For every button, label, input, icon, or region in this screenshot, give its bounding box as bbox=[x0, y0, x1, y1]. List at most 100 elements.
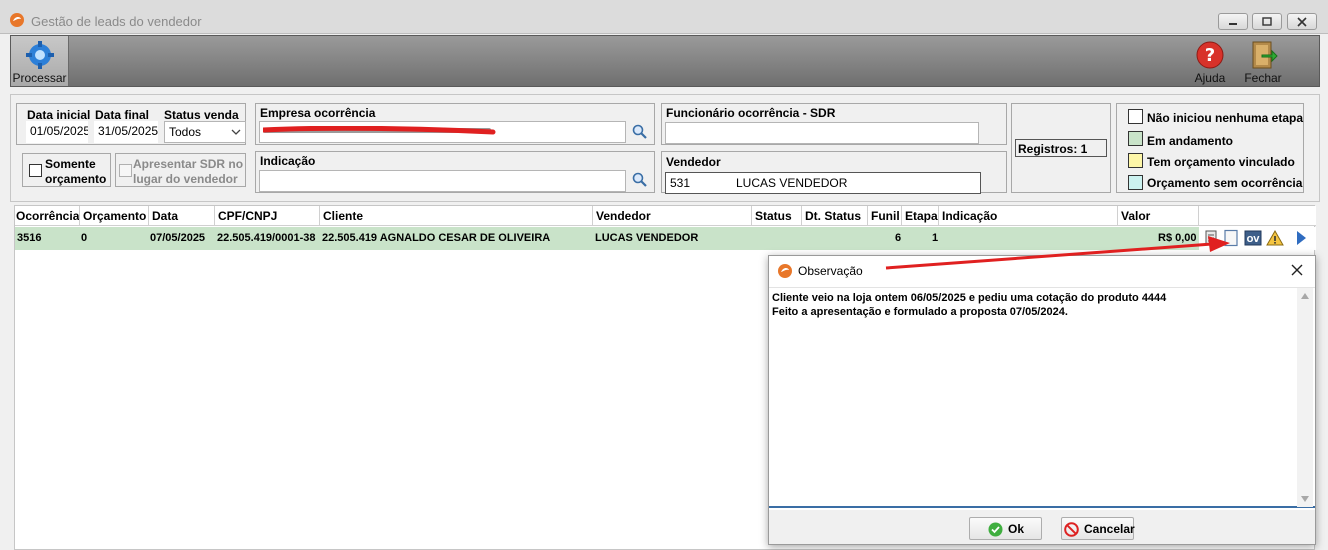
restore-icon bbox=[1262, 17, 1272, 26]
empresa-input[interactable] bbox=[259, 121, 626, 143]
scroll-down-icon[interactable] bbox=[1301, 496, 1309, 502]
apresentar-sdr-checkbox[interactable] bbox=[119, 164, 132, 177]
indicacao-label: Indicação bbox=[260, 154, 316, 168]
cell-vendedor: LUCAS VENDEDOR bbox=[595, 232, 699, 244]
observacao-text: Cliente veio na loja ontem 06/05/2025 e … bbox=[772, 291, 1292, 319]
legend-label-sem-ocorrencia: Orçamento sem ocorrência bbox=[1147, 176, 1303, 190]
dialog-footer: Ok Cancelar bbox=[769, 510, 1315, 544]
funcionario-label: Funcionário ocorrência - SDR bbox=[666, 106, 836, 120]
empresa-label: Empresa ocorrência bbox=[260, 106, 376, 120]
data-inicial-input[interactable]: 01/05/2025 bbox=[26, 121, 88, 143]
arrow-right-icon[interactable] bbox=[1292, 229, 1310, 247]
ok-button[interactable]: Ok bbox=[969, 517, 1042, 540]
legend-swatch-em-andamento bbox=[1128, 131, 1143, 146]
indicacao-input[interactable] bbox=[259, 170, 626, 192]
cancel-label: Cancelar bbox=[1084, 522, 1135, 536]
grid-header: Ocorrência Orçamento Data CPF/CNPJ Clien… bbox=[15, 206, 1316, 226]
cell-etapa: 1 bbox=[932, 232, 939, 244]
scroll-up-icon[interactable] bbox=[1301, 293, 1309, 299]
minimize-button[interactable] bbox=[1218, 13, 1248, 30]
filter-panel: Data inicial 01/05/2025 Data final 31/05… bbox=[10, 94, 1320, 202]
legend-swatch-sem-ocorrencia bbox=[1128, 175, 1143, 190]
dialog-titlebar: Observação bbox=[769, 256, 1315, 286]
exit-door-icon bbox=[1252, 41, 1278, 69]
vertical-scrollbar[interactable] bbox=[1297, 288, 1313, 507]
legend-label-orcamento-vinculado: Tem orçamento vinculado bbox=[1147, 155, 1295, 169]
cell-data: 07/05/2025 bbox=[150, 232, 206, 244]
status-venda-label: Status venda bbox=[164, 108, 239, 122]
cell-funil: 6 bbox=[895, 232, 902, 244]
somente-orcamento-label-2: orçamento bbox=[45, 172, 107, 186]
chevron-down-icon bbox=[231, 129, 241, 135]
vendedor-label: Vendedor bbox=[666, 155, 721, 169]
vendedor-input[interactable]: 531 LUCAS VENDEDOR bbox=[665, 172, 981, 194]
observacao-dialog: Observação Cliente veio na loja ontem 06… bbox=[768, 255, 1316, 545]
cell-ocorrencia: 3516 bbox=[17, 232, 42, 244]
ajuda-button[interactable]: ? Ajuda bbox=[1188, 36, 1232, 86]
legend-swatch-orcamento-vinculado bbox=[1128, 153, 1143, 168]
data-final-label: Data final bbox=[95, 108, 150, 122]
col-status[interactable]: Status bbox=[755, 209, 792, 223]
fechar-button[interactable]: Fechar bbox=[1240, 36, 1286, 86]
redacted-mark bbox=[263, 126, 496, 135]
ov-icon[interactable]: OV bbox=[1244, 229, 1262, 247]
col-orcamento[interactable]: Orçamento bbox=[83, 209, 146, 223]
table-row[interactable]: 3516 0 07/05/2025 22.505.419/0001-38 22.… bbox=[15, 227, 1199, 250]
legend-label-em-andamento: Em andamento bbox=[1147, 134, 1234, 148]
observation-icon[interactable] bbox=[1222, 229, 1240, 247]
close-dialog-icon[interactable] bbox=[1289, 262, 1305, 278]
help-icon: ? bbox=[1196, 41, 1224, 69]
vendedor-code: 531 bbox=[670, 176, 691, 190]
search-empresa-icon[interactable] bbox=[631, 123, 649, 141]
apresentar-sdr-label-2: lugar do vendedor bbox=[133, 172, 238, 186]
somente-orcamento-label-1: Somente bbox=[45, 157, 96, 171]
row-action-icons: OV bbox=[1200, 227, 1316, 250]
observacao-textarea[interactable]: Cliente veio na loja ontem 06/05/2025 e … bbox=[769, 287, 1315, 508]
app-logo-icon bbox=[778, 264, 792, 278]
col-etapa[interactable]: Etapa bbox=[905, 209, 938, 223]
warning-icon[interactable] bbox=[1266, 229, 1284, 247]
window-titlebar: Gestão de leads do vendedor bbox=[0, 0, 1328, 34]
somente-orcamento-checkbox[interactable] bbox=[29, 164, 42, 177]
check-icon bbox=[988, 522, 1003, 537]
data-inicial-label: Data inicial bbox=[27, 108, 91, 122]
data-final-input[interactable]: 31/05/2025 bbox=[94, 121, 158, 143]
processar-label: Processar bbox=[12, 71, 67, 85]
close-icon bbox=[1297, 17, 1307, 27]
ov-icon-label: OV bbox=[1247, 235, 1261, 244]
status-venda-select[interactable]: Todos bbox=[164, 121, 246, 143]
minimize-icon bbox=[1229, 23, 1237, 25]
fechar-label: Fechar bbox=[1244, 71, 1282, 85]
status-venda-value: Todos bbox=[169, 125, 202, 139]
col-data[interactable]: Data bbox=[152, 209, 178, 223]
window-title: Gestão de leads do vendedor bbox=[31, 14, 202, 29]
search-indicacao-icon[interactable] bbox=[631, 171, 649, 189]
ajuda-label: Ajuda bbox=[1194, 71, 1226, 85]
col-cpf-cnpj[interactable]: CPF/CNPJ bbox=[218, 209, 277, 223]
cell-valor: R$ 0,00 bbox=[1158, 232, 1197, 244]
maximize-button[interactable] bbox=[1252, 13, 1282, 30]
col-cliente[interactable]: Cliente bbox=[323, 209, 363, 223]
observacao-line-2: Feito a apresentação e formulado a propo… bbox=[772, 306, 1068, 318]
col-dt-status[interactable]: Dt. Status bbox=[805, 209, 861, 223]
cell-orcamento: 0 bbox=[81, 232, 88, 244]
close-window-button[interactable] bbox=[1287, 13, 1317, 30]
legend-label-nao-iniciou: Não iniciou nenhuma etapa bbox=[1147, 111, 1304, 125]
col-ocorrencia[interactable]: Ocorrência bbox=[16, 209, 79, 223]
col-valor[interactable]: Valor bbox=[1121, 209, 1150, 223]
svg-text:?: ? bbox=[1205, 45, 1215, 66]
col-indicacao[interactable]: Indicação bbox=[942, 209, 997, 223]
col-funil[interactable]: Funil bbox=[871, 209, 900, 223]
dialog-title: Observação bbox=[798, 264, 863, 278]
processar-button[interactable]: Processar bbox=[11, 36, 69, 86]
cancel-button[interactable]: Cancelar bbox=[1061, 517, 1135, 540]
funcionario-input[interactable] bbox=[665, 122, 979, 144]
legend-swatch-nao-iniciou bbox=[1128, 109, 1143, 124]
col-vendedor[interactable]: Vendedor bbox=[596, 209, 651, 223]
app-logo-icon bbox=[10, 13, 24, 27]
vendedor-name: LUCAS VENDEDOR bbox=[736, 176, 848, 190]
registros-count: Registros: 1 bbox=[1015, 139, 1107, 157]
cancel-icon bbox=[1064, 522, 1079, 537]
apresentar-sdr-label-1: Apresentar SDR no bbox=[133, 157, 244, 171]
document-icon[interactable] bbox=[1202, 229, 1220, 247]
